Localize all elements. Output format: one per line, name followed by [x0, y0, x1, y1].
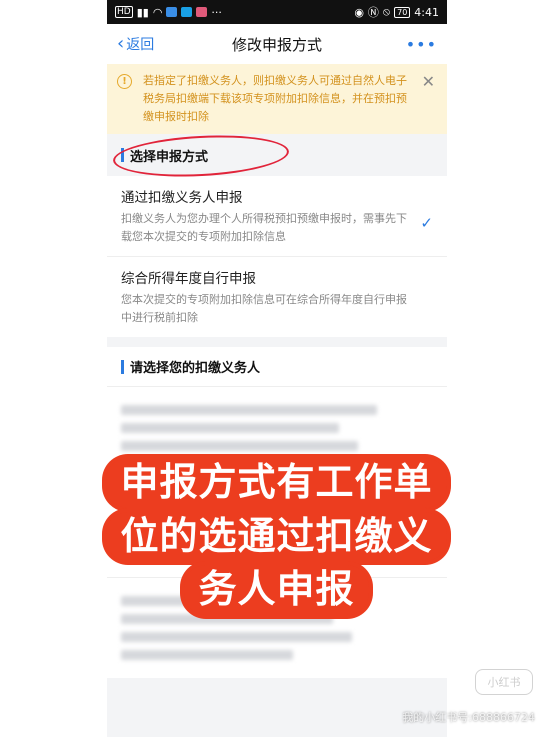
method-section-heading: 选择申报方式 — [107, 131, 447, 181]
check-icon: ✓ — [420, 214, 433, 232]
option-title: 通过扣缴义务人申报 — [121, 190, 243, 206]
blurred-text — [121, 650, 293, 660]
status-bar: HD ▮▮ ◠ ··· ◉ Ⓝ ⦸ 70 4:41 — [107, 0, 447, 24]
nfc-icon: Ⓝ — [367, 6, 379, 19]
status-right: ◉ Ⓝ ⦸ 70 4:41 — [354, 4, 439, 20]
option-desc: 您本次提交的专项附加扣除信息可在综合所得年度自行申报中进行税前扣除 — [121, 293, 407, 324]
chevron-left-icon: ‹ — [117, 33, 125, 54]
app-icon — [166, 7, 178, 17]
more-notifications-icon: ··· — [211, 5, 222, 19]
option-self-declare[interactable]: 综合所得年度自行申报 您本次提交的专项附加扣除信息可在综合所得年度自行申报中进行… — [107, 256, 447, 337]
watermark-text: 我的小红书号:688866724 — [402, 711, 535, 724]
blurred-text — [121, 441, 359, 451]
option-title: 综合所得年度自行申报 — [121, 271, 256, 287]
method-option-list: 通过扣缴义务人申报 扣缴义务人为您办理个人所得税预扣预缴申报时，需事先下载您本次… — [107, 176, 447, 337]
notice-banner: ! 若指定了扣缴义务人，则扣缴义务人可通过自然人电子税务局扣缴端下载该项专项附加… — [107, 64, 447, 134]
battery-icon: 70 — [394, 6, 411, 18]
mute-icon: ⦸ — [382, 5, 391, 18]
withholder-section-heading: 请选择您的扣缴义务人 — [107, 347, 447, 387]
nav-bar: ‹ 返回 修改申报方式 ••• — [107, 24, 447, 64]
annotation-circle — [112, 131, 290, 181]
back-button[interactable]: ‹ 返回 — [117, 34, 154, 54]
status-left: HD ▮▮ ◠ ··· — [115, 6, 222, 19]
app-icon — [181, 7, 193, 17]
overlay-line: 务人申报 — [184, 565, 369, 615]
warning-icon: ! — [117, 74, 132, 89]
overlay-line: 位的选通过扣缴义 — [106, 511, 447, 562]
more-button[interactable]: ••• — [406, 35, 437, 54]
section-accent-bar — [121, 359, 124, 374]
overlay-line: 申报方式有工作单 — [106, 458, 447, 508]
notice-text: 若指定了扣缴义务人，则扣缴义务人可通过自然人电子税务局扣缴端下载该项专项附加扣除… — [143, 74, 407, 123]
page-title: 修改申报方式 — [231, 35, 322, 54]
signal-icon: ▮▮ — [136, 5, 149, 19]
hd-icon: HD — [115, 6, 133, 18]
blurred-text — [121, 632, 352, 642]
back-label: 返回 — [126, 37, 155, 53]
watermark-logo: 小红书 — [475, 669, 533, 695]
option-withholding-agent[interactable]: 通过扣缴义务人申报 扣缴义务人为您办理个人所得税预扣预缴申报时，需事先下载您本次… — [107, 176, 447, 256]
withholder-heading-label: 请选择您的扣缴义务人 — [130, 361, 261, 376]
app-icon — [196, 7, 208, 17]
eye-icon: ◉ — [354, 5, 364, 19]
close-icon[interactable]: ✕ — [422, 72, 435, 91]
blurred-text — [121, 405, 377, 415]
option-desc: 扣缴义务人为您办理个人所得税预扣预缴申报时，需事先下载您本次提交的专项附加扣除信… — [121, 212, 407, 243]
blurred-text — [121, 423, 340, 433]
phone-screen: HD ▮▮ ◠ ··· ◉ Ⓝ ⦸ 70 4:41 ‹ 返回 修改申报方式 ••… — [107, 0, 447, 737]
status-time: 4:41 — [414, 5, 439, 19]
overlay-caption: 申报方式有工作单 位的选通过扣缴义 务人申报 — [40, 456, 513, 617]
wifi-icon: ◠ — [152, 5, 163, 19]
